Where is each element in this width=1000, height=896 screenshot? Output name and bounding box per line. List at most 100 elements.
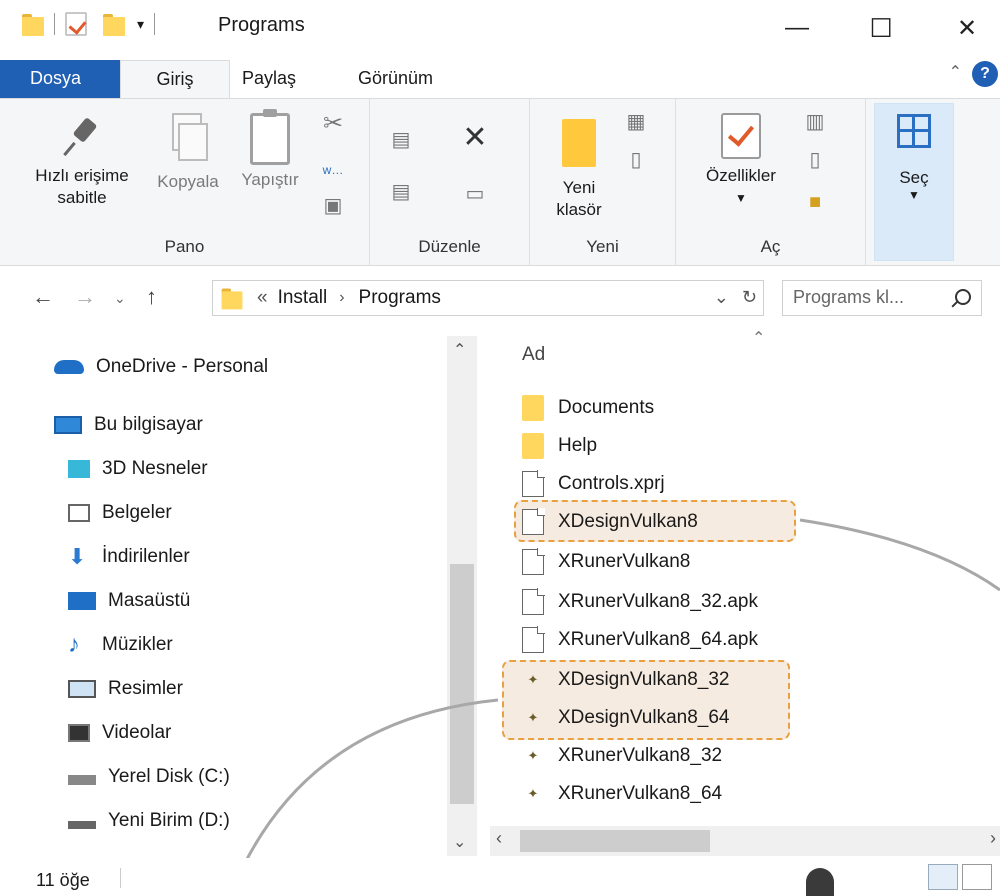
forward-icon[interactable]: →: [74, 284, 96, 310]
list-item[interactable]: Help: [522, 430, 597, 462]
close-button[interactable]: ✕: [944, 8, 990, 48]
scroll-up-icon[interactable]: ⌃: [453, 340, 466, 360]
download-icon: ⬇︎: [68, 544, 87, 569]
recent-locations-icon[interactable]: ⌄: [114, 290, 126, 307]
help-icon[interactable]: ?: [972, 61, 998, 87]
list-item[interactable]: XRunerVulkan8_64.apk: [522, 624, 758, 656]
properties-icon[interactable]: [65, 12, 87, 36]
file-name: Controls.xprj: [558, 473, 665, 494]
copy-icon: [166, 113, 210, 167]
breadcrumb-install[interactable]: Install: [278, 287, 328, 309]
new-item-icon[interactable]: ▦: [618, 111, 654, 133]
easy-access-icon[interactable]: ▯: [618, 149, 654, 171]
nav-pictures[interactable]: Resimler: [68, 678, 183, 700]
rename-icon[interactable]: ▭: [460, 183, 490, 205]
list-item[interactable]: XRunerVulkan8: [522, 546, 690, 578]
video-icon: [68, 724, 90, 742]
divider: [54, 13, 55, 35]
select-button[interactable]: Seç ▼: [874, 103, 954, 261]
tab-home[interactable]: Giriş: [120, 60, 230, 98]
tab-file[interactable]: Dosya: [0, 60, 120, 98]
list-item[interactable]: ✦ XRunerVulkan8_64: [522, 778, 723, 810]
status-bar: 11 öğe: [0, 858, 1000, 896]
chevron-right-icon[interactable]: ›: [339, 289, 344, 307]
back-icon[interactable]: ←: [32, 284, 54, 310]
copy-to-icon[interactable]: ▤: [386, 181, 416, 203]
cut-icon[interactable]: ✂︎: [322, 112, 344, 136]
nav-downloads[interactable]: ⬇︎ İndirilenler: [68, 546, 190, 568]
folder-icon: [221, 287, 243, 310]
folder-icon[interactable]: [22, 12, 44, 36]
search-input[interactable]: Programs kl...: [782, 280, 982, 316]
list-item[interactable]: ✦ XDesignVulkan8_32: [522, 664, 730, 696]
file-list-hscrollbar[interactable]: ‹ ›: [490, 826, 1000, 856]
copy-path-icon[interactable]: w…: [322, 159, 344, 181]
move-to-icon[interactable]: ▤: [386, 129, 416, 151]
nav-music[interactable]: ♪ Müzikler: [68, 633, 173, 657]
copy-button[interactable]: Kopyala: [146, 113, 230, 193]
tab-share[interactable]: Paylaş: [228, 60, 310, 98]
paste-button[interactable]: Yapıştır: [232, 109, 308, 191]
list-item[interactable]: Documents: [522, 392, 654, 424]
nav-local-disk-c[interactable]: Yerel Disk (C:): [68, 766, 230, 788]
scrollbar-thumb[interactable]: [520, 830, 710, 852]
up-icon[interactable]: ↑: [146, 284, 157, 310]
tab-view[interactable]: Görünüm: [344, 60, 447, 98]
list-item[interactable]: Controls.xprj: [522, 468, 665, 500]
organize-group: ▤ ▤ ✕ ▭ Düzenle: [370, 99, 530, 265]
breadcrumb-overflow[interactable]: «: [257, 287, 268, 309]
scroll-right-icon[interactable]: ›: [990, 828, 996, 849]
list-item[interactable]: ✦ XRunerVulkan8_32: [522, 740, 723, 772]
nav-onedrive[interactable]: OneDrive - Personal: [54, 356, 268, 378]
new-folder-label-line1: Yeni: [562, 178, 596, 197]
scroll-left-icon[interactable]: ‹: [496, 828, 502, 849]
folder-icon: [562, 119, 596, 167]
history-icon[interactable]: ■: [804, 191, 826, 213]
clipboard-group: Hızlı erişime sabitle Kopyala Yapıştır ✂…: [0, 99, 370, 265]
refresh-icon[interactable]: ↻: [742, 287, 757, 307]
mascot-icon: [806, 868, 834, 896]
paste-shortcut-icon[interactable]: ▣: [322, 195, 344, 217]
customize-dropdown-icon[interactable]: ▾︎: [137, 16, 144, 33]
collapse-ribbon-icon[interactable]: ⌃: [949, 62, 962, 82]
nav-desktop[interactable]: Masaüstü: [68, 590, 190, 612]
pin-quick-access-button[interactable]: Hızlı erişime sabitle: [20, 115, 144, 209]
list-item[interactable]: XRunerVulkan8_32.apk: [522, 586, 758, 618]
details-view-icon[interactable]: [928, 864, 958, 890]
pictures-icon: [68, 680, 96, 698]
maximize-button[interactable]: ☐: [858, 8, 904, 48]
nav-3d-objects[interactable]: 3D Nesneler: [68, 458, 208, 480]
item-count: 11 öğe: [36, 870, 90, 890]
edit-icon[interactable]: ▯: [804, 149, 826, 171]
address-controls: ⌄ ↻: [714, 287, 757, 308]
file-icon: [522, 548, 545, 575]
open-group-label: Aç: [760, 237, 781, 256]
nav-new-volume-d[interactable]: Yeni Birim (D:): [68, 810, 230, 832]
file-name: XRunerVulkan8: [558, 551, 691, 572]
nav-documents[interactable]: Belgeler: [68, 502, 172, 524]
nav-videos[interactable]: Videolar: [68, 722, 171, 744]
properties-button[interactable]: Özellikler ▼: [692, 113, 790, 209]
minimize-button[interactable]: —: [774, 8, 820, 48]
new-folder-button[interactable]: Yeni klasör: [544, 119, 614, 221]
list-item[interactable]: XDesignVulkan8: [522, 506, 698, 538]
large-icons-view-icon[interactable]: [962, 864, 992, 890]
address-bar[interactable]: « Install › Programs ⌄ ↻: [212, 280, 764, 316]
file-icon: [522, 508, 545, 535]
list-item[interactable]: ✦ XDesignVulkan8_64: [522, 702, 730, 734]
nav-this-pc[interactable]: Bu bilgisayar: [54, 414, 203, 436]
column-header-name[interactable]: Ad: [522, 344, 545, 366]
paste-label: Yapıştır: [241, 170, 299, 189]
scroll-down-icon[interactable]: ⌄: [453, 832, 466, 852]
open-icon[interactable]: ▥: [804, 111, 826, 133]
select-all-icon: [897, 114, 931, 148]
window-title: Programs: [218, 14, 305, 36]
select-label: Seç: [899, 168, 929, 187]
scrollbar-thumb[interactable]: [450, 564, 474, 804]
nav-pane-scrollbar[interactable]: ⌃ ⌄: [447, 336, 477, 856]
new-folder-icon[interactable]: [103, 12, 125, 36]
clipboard-group-label: Pano: [164, 237, 205, 256]
chevron-down-icon[interactable]: ⌄: [714, 287, 729, 307]
delete-icon[interactable]: ✕: [458, 123, 492, 153]
breadcrumb-programs[interactable]: Programs: [359, 287, 441, 309]
